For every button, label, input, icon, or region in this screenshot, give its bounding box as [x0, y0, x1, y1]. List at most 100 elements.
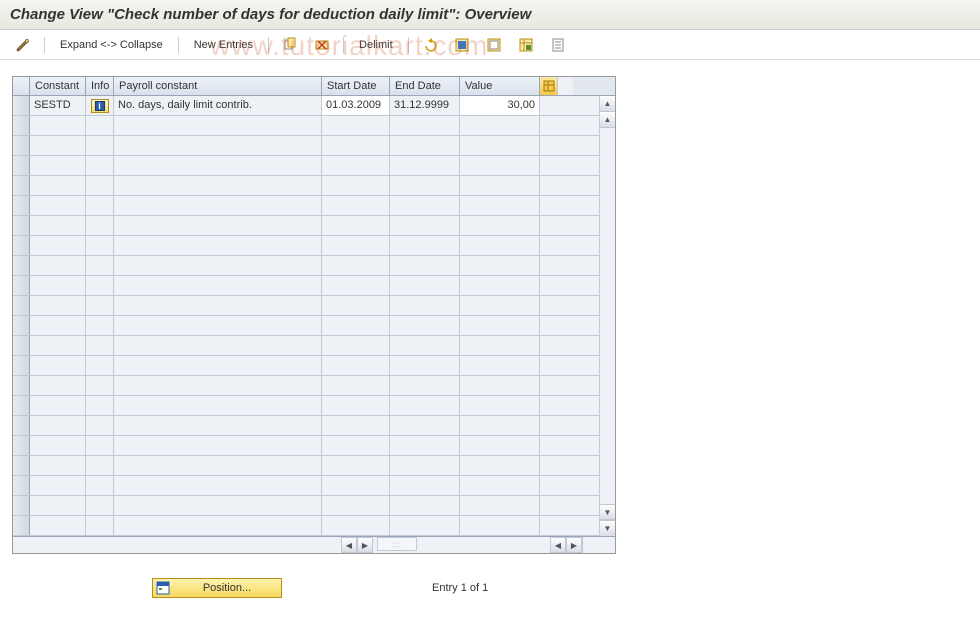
vertical-scrollbar[interactable]: ▲ ▲ ▼ ▼: [599, 96, 615, 536]
select-all-button[interactable]: [447, 35, 477, 55]
cell-value[interactable]: 30,00: [460, 96, 540, 115]
hscroll-corner: [582, 537, 615, 553]
toolbar: Expand <-> Collapse New Entries Delimit: [0, 30, 980, 60]
row-handle[interactable]: [13, 496, 30, 515]
table-row-empty[interactable]: [13, 336, 599, 356]
scroll-line-down-button[interactable]: ▼: [600, 504, 615, 520]
delete-row-icon: [314, 37, 330, 53]
footer-bar: Position... Entry 1 of 1: [12, 578, 968, 598]
row-handle[interactable]: [13, 456, 30, 475]
table-row-empty[interactable]: [13, 176, 599, 196]
table-row-empty[interactable]: [13, 316, 599, 336]
toolbar-separator: [268, 37, 269, 53]
table-row-empty[interactable]: [13, 436, 599, 456]
toggle-edit-button[interactable]: [8, 35, 38, 55]
info-icon: i: [95, 101, 105, 111]
table-row-empty[interactable]: [13, 276, 599, 296]
row-handle[interactable]: [13, 216, 30, 235]
table-settings-icon: [543, 80, 555, 92]
row-handle[interactable]: [13, 516, 30, 535]
table-row-empty[interactable]: [13, 216, 599, 236]
undo-button[interactable]: [415, 35, 445, 55]
col-header-info[interactable]: Info: [86, 77, 114, 95]
print-button[interactable]: [543, 35, 573, 55]
position-icon: [153, 581, 173, 595]
row-handle[interactable]: [13, 276, 30, 295]
hscroll-gap: [417, 537, 550, 553]
table-row[interactable]: SESTD i No. days, daily limit contrib. 0…: [13, 96, 599, 116]
row-handle[interactable]: [13, 156, 30, 175]
row-handle[interactable]: [13, 376, 30, 395]
cell-payroll: No. days, daily limit contrib.: [114, 96, 322, 115]
grid-header-row: Constant Info Payroll constant Start Dat…: [13, 77, 615, 96]
info-button[interactable]: i: [91, 99, 109, 113]
row-handle[interactable]: [13, 316, 30, 335]
table-row-empty[interactable]: [13, 116, 599, 136]
table-row-empty[interactable]: [13, 196, 599, 216]
deselect-all-button[interactable]: [479, 35, 509, 55]
row-handle[interactable]: [13, 176, 30, 195]
copy-as-button[interactable]: [275, 35, 305, 55]
hscroll-right-button[interactable]: ▶: [566, 537, 582, 553]
form-icon: [550, 37, 566, 53]
row-handle[interactable]: [13, 116, 30, 135]
scroll-line-up-button[interactable]: ▲: [600, 112, 615, 128]
grid-corner[interactable]: [13, 77, 30, 95]
table-row-empty[interactable]: [13, 396, 599, 416]
row-handle[interactable]: [13, 396, 30, 415]
position-button[interactable]: Position...: [152, 578, 282, 598]
grid-body: SESTD i No. days, daily limit contrib. 0…: [13, 96, 615, 536]
row-handle[interactable]: [13, 476, 30, 495]
table-settings-button[interactable]: [511, 35, 541, 55]
scroll-up-button[interactable]: ▲: [600, 96, 615, 112]
hscroll-thumb[interactable]: :::: [377, 537, 417, 551]
cell-info: i: [86, 96, 114, 115]
col-header-payroll[interactable]: Payroll constant: [114, 77, 322, 95]
cell-trailer: [540, 96, 557, 115]
hscroll-left-step-button[interactable]: ▶: [357, 537, 373, 553]
col-header-end[interactable]: End Date: [390, 77, 460, 95]
table-row-empty[interactable]: [13, 516, 599, 536]
table-row-empty[interactable]: [13, 256, 599, 276]
grid-configure-button[interactable]: [540, 77, 557, 95]
table-row-empty[interactable]: [13, 376, 599, 396]
cell-end-date: 31.12.9999: [390, 96, 460, 115]
row-handle[interactable]: [13, 416, 30, 435]
table-row-empty[interactable]: [13, 296, 599, 316]
table-row-empty[interactable]: [13, 156, 599, 176]
delete-button[interactable]: [307, 35, 337, 55]
cell-start-date[interactable]: 01.03.2009: [322, 96, 390, 115]
page-title: Change View "Check number of days for de…: [0, 0, 980, 30]
table-row-empty[interactable]: [13, 456, 599, 476]
row-handle[interactable]: [13, 356, 30, 375]
col-header-value[interactable]: Value: [460, 77, 540, 95]
entry-counter: Entry 1 of 1: [432, 582, 488, 594]
new-entries-button[interactable]: New Entries: [185, 35, 262, 55]
copy-icon: [282, 37, 298, 53]
table-config-icon: [518, 37, 534, 53]
expand-collapse-button[interactable]: Expand <-> Collapse: [51, 35, 172, 55]
row-handle[interactable]: [13, 236, 30, 255]
row-handle[interactable]: [13, 336, 30, 355]
row-handle[interactable]: [13, 96, 30, 115]
row-handle[interactable]: [13, 296, 30, 315]
table-row-empty[interactable]: [13, 356, 599, 376]
scroll-down-button[interactable]: ▼: [600, 520, 615, 536]
delimit-button[interactable]: Delimit: [350, 35, 402, 55]
table-row-empty[interactable]: [13, 496, 599, 516]
table-row-empty[interactable]: [13, 476, 599, 496]
scroll-track[interactable]: [600, 128, 615, 504]
row-handle[interactable]: [13, 436, 30, 455]
table-row-empty[interactable]: [13, 416, 599, 436]
col-header-constant[interactable]: Constant: [30, 77, 86, 95]
table-row-empty[interactable]: [13, 236, 599, 256]
row-handle[interactable]: [13, 196, 30, 215]
hscroll-left-button[interactable]: ◀: [341, 537, 357, 553]
vscroll-header-gap: [557, 77, 573, 95]
cell-constant: SESTD: [30, 96, 86, 115]
hscroll-right-step-button[interactable]: ◀: [550, 537, 566, 553]
col-header-start[interactable]: Start Date: [322, 77, 390, 95]
row-handle[interactable]: [13, 256, 30, 275]
row-handle[interactable]: [13, 136, 30, 155]
table-row-empty[interactable]: [13, 136, 599, 156]
